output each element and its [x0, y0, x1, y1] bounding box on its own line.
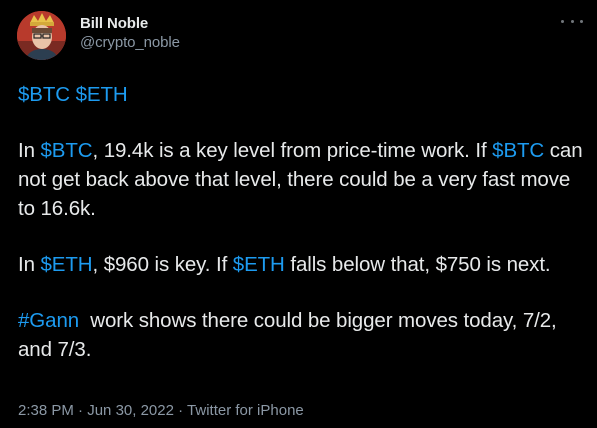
tweet-paragraph-tickers: $BTC $ETH: [18, 80, 588, 109]
text-segment: falls below that, $750 is next.: [284, 253, 551, 276]
avatar-image: [17, 11, 66, 60]
tweet-meta: 2:38 PM · Jun 30, 2022 · Twitter for iPh…: [18, 401, 304, 421]
tweet-paragraph-eth: In $ETH, $960 is key. If $ETH falls belo…: [18, 250, 588, 279]
text-segment: , 19.4k is a key level from price-time w…: [92, 139, 493, 162]
avatar[interactable]: [17, 11, 66, 60]
author-block[interactable]: Bill Noble @crypto_noble: [80, 14, 180, 52]
cashtag-eth[interactable]: $ETH: [233, 253, 285, 276]
meta-separator: ·: [173, 402, 188, 419]
more-dot: [580, 19, 583, 23]
text-segment: work shows there could be bigger moves t…: [18, 309, 563, 361]
cashtag-eth[interactable]: $ETH: [41, 253, 93, 276]
handle[interactable]: @crypto_noble: [80, 33, 180, 52]
text-segment: In: [18, 139, 41, 162]
display-name[interactable]: Bill Noble: [80, 14, 180, 33]
cashtag-btc[interactable]: $BTC: [41, 139, 93, 162]
more-dot: [570, 19, 574, 23]
hashtag-gann[interactable]: #Gann: [18, 309, 79, 332]
meta-separator: ·: [73, 402, 88, 419]
tweet-paragraph-btc: In $BTC, 19.4k is a key level from price…: [18, 136, 588, 223]
tweet-text: $BTC $ETH In $BTC, 19.4k is a key level …: [18, 80, 588, 391]
text-segment: In: [18, 253, 41, 276]
cashtag-eth[interactable]: $ETH: [76, 83, 128, 106]
cashtag-btc[interactable]: $BTC: [492, 139, 544, 162]
cashtag-btc[interactable]: $BTC: [18, 83, 70, 106]
tweet-time[interactable]: 2:38 PM: [18, 402, 74, 419]
tweet-paragraph-gann: #Gann work shows there could be bigger m…: [18, 306, 588, 364]
text-segment: , $960 is key. If: [92, 253, 233, 276]
more-dot: [561, 19, 564, 23]
tweet-card: Bill Noble @crypto_noble $BTC $ETH In $B…: [0, 0, 597, 428]
more-horizontal-icon[interactable]: [561, 14, 583, 28]
tweet-date[interactable]: Jun 30, 2022: [87, 402, 174, 419]
tweet-source[interactable]: Twitter for iPhone: [187, 402, 304, 419]
